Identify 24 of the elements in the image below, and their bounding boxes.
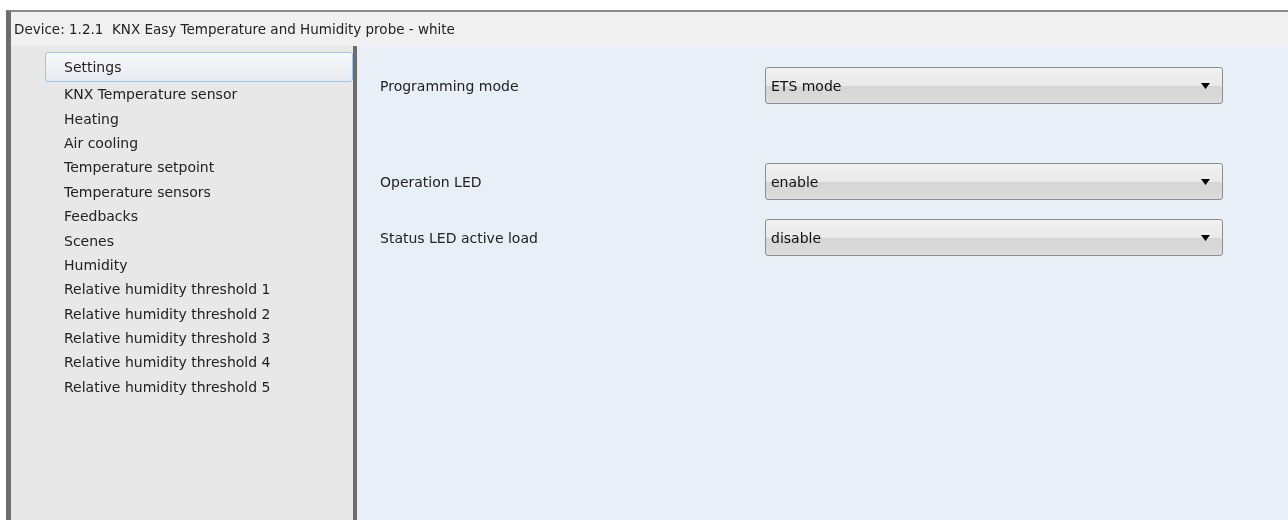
sidebar-item[interactable]: KNX Temperature sensor [45, 82, 353, 107]
sidebar-item[interactable]: Relative humidity threshold 1 [45, 277, 353, 302]
sidebar-item[interactable]: Heating [45, 106, 353, 131]
sidebar-item[interactable]: Temperature sensors [45, 179, 353, 204]
sidebar-item[interactable]: Humidity [45, 252, 353, 278]
dropdown[interactable]: disable [765, 219, 1223, 256]
parameter-label: Programming mode [380, 77, 520, 94]
sidebar-item[interactable]: Feedbacks [45, 203, 353, 229]
caret-icon [1201, 178, 1210, 185]
caret-icon [1201, 234, 1210, 241]
sidebar-item[interactable]: Relative humidity threshold 4 [45, 350, 353, 375]
sidebar-item[interactable]: Relative humidity threshold 5 [45, 374, 353, 400]
sidebar-item[interactable]: Temperature setpoint [45, 155, 353, 180]
sidebar-item[interactable]: Scenes [45, 228, 353, 253]
sidebar-item[interactable]: Settings [45, 52, 353, 82]
window-title: Device: 1.2.1 KNX Easy Temperature and Humidity probe - white [13, 20, 456, 39]
parameter-label: Status LED active load [380, 229, 539, 246]
sidebar-item[interactable]: Relative humidity threshold 3 [45, 325, 353, 351]
dropdown[interactable]: ETS mode [765, 67, 1223, 104]
parameter-label: Operation LED [380, 173, 483, 190]
caret-icon [1201, 82, 1210, 89]
sidebar-item[interactable]: Relative humidity threshold 2 [45, 301, 353, 326]
sidebar-item[interactable]: Air cooling [45, 130, 353, 156]
dropdown[interactable]: enable [765, 163, 1223, 200]
